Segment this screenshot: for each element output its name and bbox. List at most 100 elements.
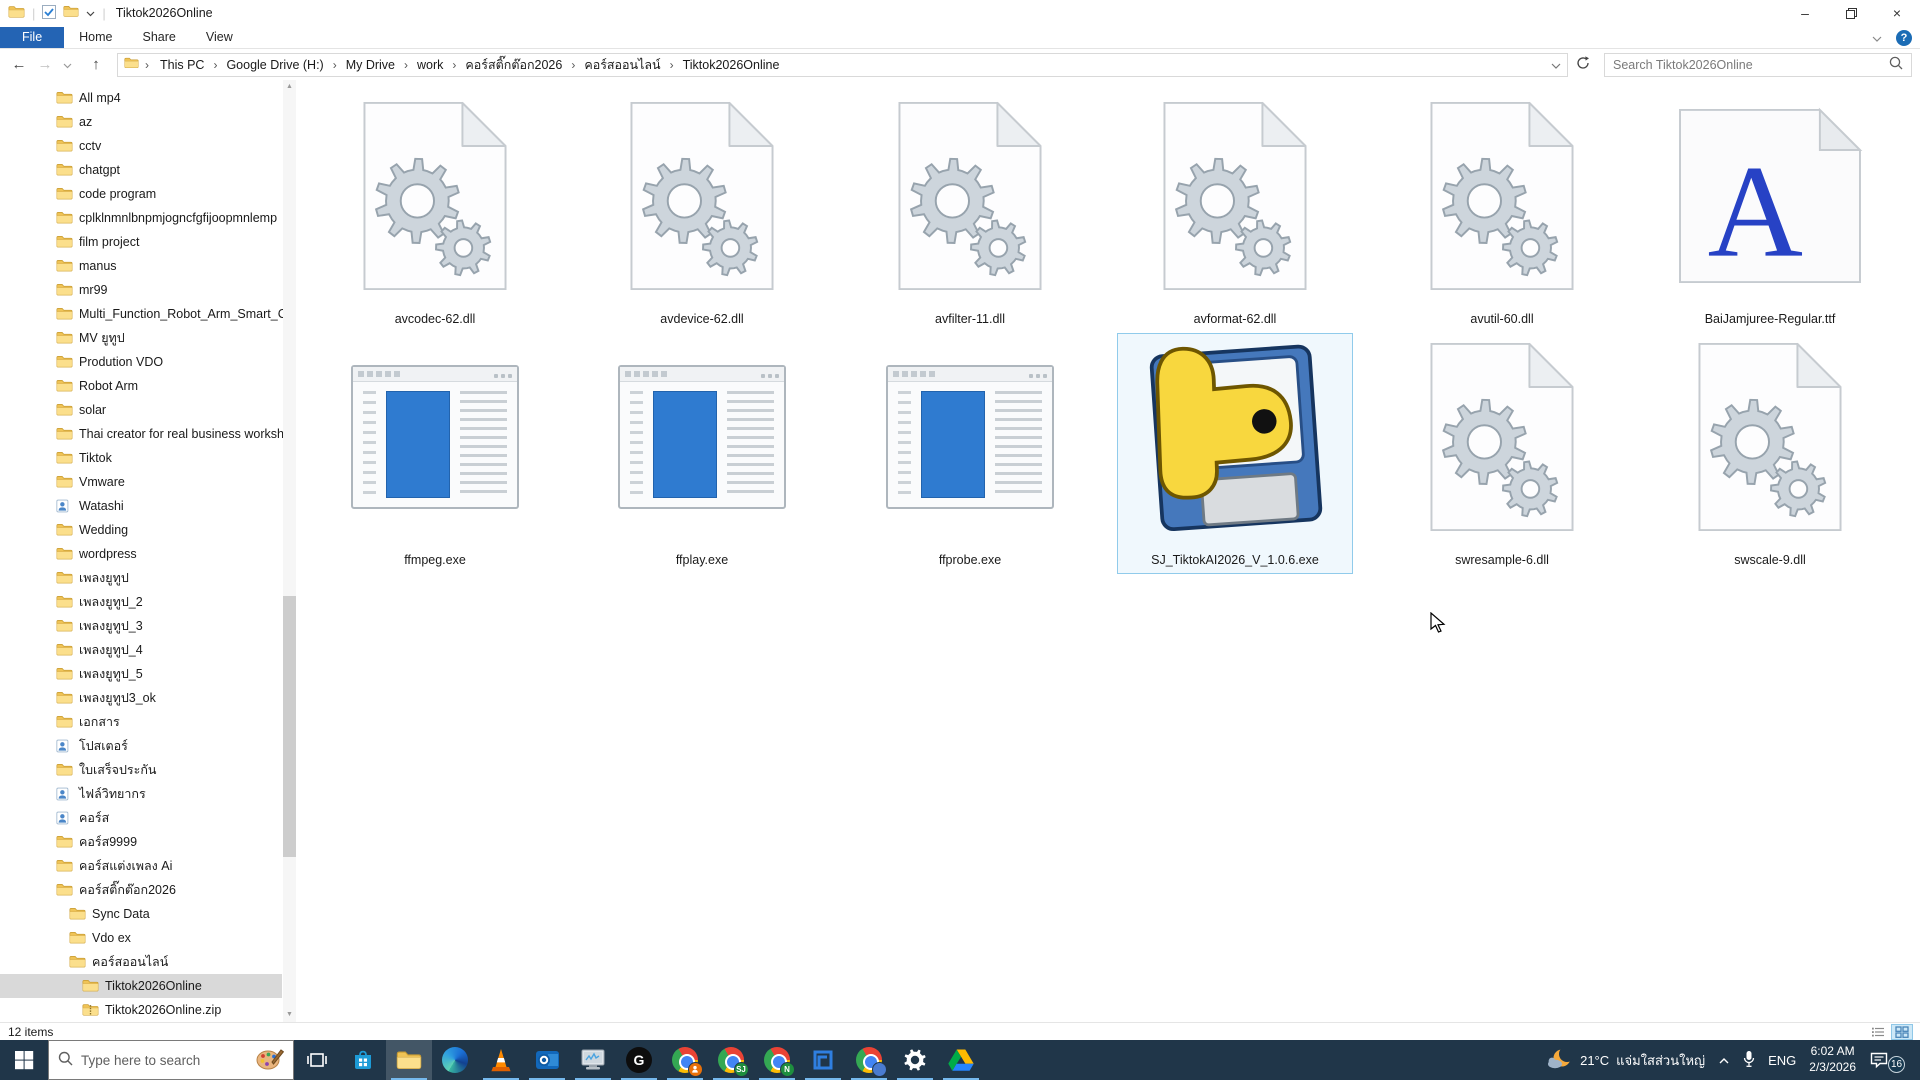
breadcrumb-item[interactable]: คอร์สออนไลน์ xyxy=(579,53,665,77)
microphone-icon[interactable] xyxy=(1743,1050,1755,1071)
sidebar-item[interactable]: az xyxy=(0,110,282,134)
language-indicator[interactable]: ENG xyxy=(1768,1053,1796,1068)
sidebar-item[interactable]: MV ยูทูป xyxy=(0,326,282,350)
qat-dropdown-icon[interactable] xyxy=(86,6,95,20)
sidebar-item[interactable]: Watashi xyxy=(0,494,282,518)
sidebar-item[interactable]: คอร์ส xyxy=(0,806,282,830)
sidebar-item[interactable]: Tiktok2026Online.zip xyxy=(0,998,282,1022)
breadcrumb-item[interactable]: คอร์สติ๊กต๊อก2026 xyxy=(460,53,567,77)
properties-check-icon[interactable] xyxy=(42,5,56,22)
taskbar-app-edge[interactable] xyxy=(432,1040,478,1080)
file-item[interactable]: SJ_TiktokAI2026_V_1.0.6.exe xyxy=(1117,333,1353,574)
sidebar-item[interactable]: คอร์สติ๊กต๊อก2026 xyxy=(0,878,282,902)
sidebar-item[interactable]: เพลงยูทูป3_ok xyxy=(0,686,282,710)
explorer-search[interactable] xyxy=(1604,53,1912,77)
file-item[interactable]: ABaiJamjuree-Regular.ttf xyxy=(1652,92,1888,333)
minimize-button[interactable]: – xyxy=(1782,0,1828,26)
sidebar-item[interactable]: Thai creator for real business workshop xyxy=(0,422,282,446)
sidebar-item[interactable]: เพลงยูทูป_4 xyxy=(0,638,282,662)
taskbar-app-chrome-profile-1[interactable] xyxy=(662,1040,708,1080)
taskbar-app-outlook[interactable] xyxy=(524,1040,570,1080)
search-input[interactable] xyxy=(1613,58,1889,72)
taskbar-search[interactable]: Type here to search xyxy=(48,1040,294,1080)
new-folder-icon[interactable] xyxy=(63,5,79,21)
sidebar-item[interactable]: Tiktok2026Online xyxy=(0,974,282,998)
sidebar-item[interactable]: ใบเสร็จประกัน xyxy=(0,758,282,782)
help-icon[interactable]: ? xyxy=(1896,30,1912,46)
sidebar-item[interactable]: เพลงยูทูป_3 xyxy=(0,614,282,638)
search-icon[interactable] xyxy=(1889,56,1903,73)
taskbar-app-chrome-profile-sj[interactable]: SJ xyxy=(708,1040,754,1080)
taskbar-app-microsoft-store[interactable] xyxy=(340,1040,386,1080)
up-button[interactable]: ↑ xyxy=(85,56,107,73)
tab-view[interactable]: View xyxy=(191,27,248,48)
notification-center[interactable]: 16 xyxy=(1869,1051,1899,1069)
start-button[interactable] xyxy=(0,1040,48,1080)
hidden-icons-chevron[interactable] xyxy=(1718,1053,1730,1068)
forward-button[interactable]: → xyxy=(34,56,56,73)
sidebar-item[interactable]: Sync Data xyxy=(0,902,282,926)
taskbar-app-task-view[interactable] xyxy=(294,1040,340,1080)
sidebar-item[interactable]: เพลงยูทูป xyxy=(0,566,282,590)
breadcrumb-item[interactable]: This PC xyxy=(155,56,209,74)
taskbar-app-blue-app[interactable] xyxy=(800,1040,846,1080)
sidebar-item[interactable]: manus xyxy=(0,254,282,278)
scroll-up-icon[interactable]: ▲ xyxy=(283,80,296,94)
sidebar-item[interactable]: Prodution VDO xyxy=(0,350,282,374)
file-item[interactable]: avdevice-62.dll xyxy=(584,92,820,333)
taskbar-app-file-explorer[interactable] xyxy=(386,1040,432,1080)
restore-button[interactable] xyxy=(1828,0,1874,26)
tab-home[interactable]: Home xyxy=(64,27,127,48)
sidebar-item[interactable]: mr99 xyxy=(0,278,282,302)
taskbar-app-system-monitor[interactable] xyxy=(570,1040,616,1080)
sidebar-item[interactable]: เอกสาร xyxy=(0,710,282,734)
sidebar-item[interactable]: Vdo ex xyxy=(0,926,282,950)
breadcrumb-item[interactable]: Google Drive (H:) xyxy=(221,56,328,74)
sidebar-item[interactable]: คอร์ส9999 xyxy=(0,830,282,854)
sidebar-item[interactable]: เพลงยูทูป_2 xyxy=(0,590,282,614)
file-item[interactable]: ffmpeg.exe xyxy=(317,333,553,574)
taskbar-app-vlc[interactable] xyxy=(478,1040,524,1080)
file-item[interactable]: avutil-60.dll xyxy=(1384,92,1620,333)
sidebar-item[interactable]: ไฟล์วิทยากร xyxy=(0,782,282,806)
sidebar-item[interactable]: Robot Arm xyxy=(0,374,282,398)
sidebar-item[interactable]: คอร์สออนไลน์ xyxy=(0,950,282,974)
sidebar-item[interactable]: คอร์สแต่งเพลง Ai xyxy=(0,854,282,878)
recent-locations-icon[interactable] xyxy=(60,58,75,72)
scrollbar-thumb[interactable] xyxy=(283,596,296,857)
ribbon-collapse-icon[interactable] xyxy=(1872,31,1882,45)
file-item[interactable]: avcodec-62.dll xyxy=(317,92,553,333)
sidebar-item[interactable]: Vmware xyxy=(0,470,282,494)
file-item[interactable]: ffprobe.exe xyxy=(852,333,1088,574)
back-button[interactable]: ← xyxy=(8,56,30,73)
sidebar-item[interactable]: code program xyxy=(0,182,282,206)
file-item[interactable]: avfilter-11.dll xyxy=(852,92,1088,333)
weather-widget[interactable]: 21°C แจ่มใสส่วนใหญ่ xyxy=(1545,1047,1705,1074)
taskbar-app-chrome-profile-2[interactable] xyxy=(846,1040,892,1080)
sidebar-item[interactable]: cctv xyxy=(0,134,282,158)
taskbar-app-chrome-profile-n[interactable]: N xyxy=(754,1040,800,1080)
taskbar-app-google-drive[interactable] xyxy=(938,1040,984,1080)
sidebar-item[interactable]: โปสเตอร์ xyxy=(0,734,282,758)
sidebar-item[interactable]: Tiktok xyxy=(0,446,282,470)
sidebar-item[interactable]: Wedding xyxy=(0,518,282,542)
address-bar[interactable]: › This PC›Google Drive (H:)›My Drive›wor… xyxy=(117,53,1568,77)
scroll-down-icon[interactable]: ▼ xyxy=(283,1008,296,1022)
sidebar-item[interactable]: เพลงยูทูป_5 xyxy=(0,662,282,686)
file-item[interactable]: avformat-62.dll xyxy=(1117,92,1353,333)
sidebar-item[interactable]: solar xyxy=(0,398,282,422)
tab-share[interactable]: Share xyxy=(128,27,191,48)
sidebar-item[interactable]: Multi_Function_Robot_Arm_Smart_Car xyxy=(0,302,282,326)
close-button[interactable]: × xyxy=(1874,0,1920,26)
refresh-icon[interactable] xyxy=(1572,56,1594,73)
file-item[interactable]: ffplay.exe xyxy=(584,333,820,574)
taskbar-app-logitech-g[interactable]: G xyxy=(616,1040,662,1080)
breadcrumb-item[interactable]: My Drive xyxy=(341,56,400,74)
clock[interactable]: 6:02 AM 2/3/2026 xyxy=(1809,1044,1856,1075)
large-icons-view-icon[interactable] xyxy=(1892,1025,1912,1039)
sidebar-item[interactable]: cplklnmnlbnpmjogncfgfijoopmnlemp xyxy=(0,206,282,230)
sidebar-item[interactable]: film project xyxy=(0,230,282,254)
details-view-icon[interactable] xyxy=(1868,1025,1888,1039)
tab-file[interactable]: File xyxy=(0,27,64,48)
breadcrumb-item[interactable]: work xyxy=(412,56,448,74)
